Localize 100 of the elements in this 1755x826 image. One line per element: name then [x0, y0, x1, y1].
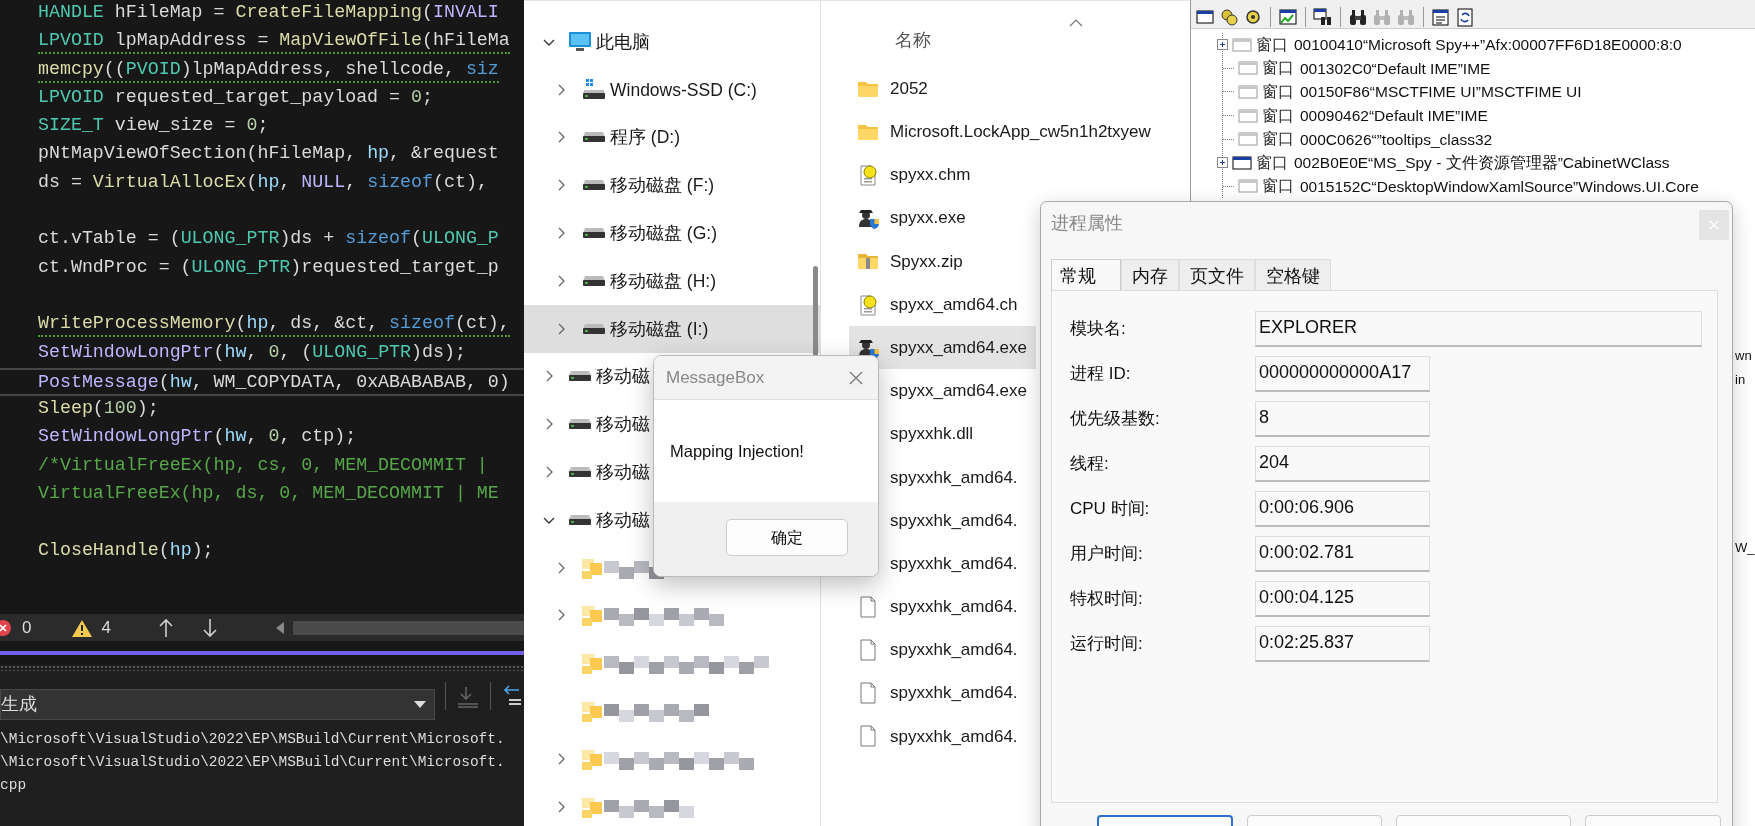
field-label: 运行时间:	[1070, 632, 1144, 655]
word-wrap-icon[interactable]	[501, 683, 521, 708]
drive-icon	[582, 180, 606, 191]
message-text: Mapping Injection!	[670, 440, 804, 462]
down-arrow-icon[interactable]	[200, 617, 219, 638]
output-line: \Microsoft\VisualStudio\2022\EP\MSBuild\Current\Microsoft.	[0, 753, 506, 772]
expand-icon[interactable]	[1217, 157, 1228, 169]
tree-item[interactable]: Windows-SSD (C:)	[524, 65, 757, 114]
tree-item[interactable]: 移动磁	[524, 352, 650, 401]
tree-node[interactable]: 001302C0“Default IME”IME	[1300, 56, 1491, 80]
file-row[interactable]: spyxxhk_amd64.	[849, 671, 1018, 715]
tree-node[interactable]: wn	[1735, 346, 1752, 366]
node-type-label: 窗口	[1256, 34, 1288, 55]
tree-node[interactable]: W_	[1735, 538, 1755, 558]
close-icon	[1709, 220, 1719, 230]
ok-button[interactable]: 确定	[726, 519, 848, 556]
file-row[interactable]: spyxxhk_amd64.	[849, 585, 1018, 629]
refresh-icon[interactable]	[1455, 6, 1475, 27]
read-only-field[interactable]: 0:00:04.125	[1255, 580, 1430, 617]
tab[interactable]: 空格键	[1255, 259, 1331, 290]
node-type-label: 窗口	[1262, 82, 1294, 102]
read-only-field[interactable]: 8	[1255, 400, 1430, 437]
find-window-icon[interactable]	[1313, 6, 1333, 27]
panel-grip[interactable]	[0, 665, 524, 671]
tab[interactable]: 页文件	[1179, 259, 1255, 290]
scrollbar-thumb[interactable]	[813, 266, 818, 356]
drive-icon	[568, 514, 592, 525]
tree-node[interactable]: 002B0E0E“MS_Spy - 文件资源管理器”CabinetWClass	[1294, 151, 1670, 175]
tree-item[interactable]: 移动磁	[524, 400, 650, 449]
code-line: pNtMapViewOfSection(hFileMap, hp, &request	[37, 142, 500, 166]
code-line: HANDLE hFileMap = CreateFileMapping(INVALI	[37, 1, 500, 24]
tab[interactable]: 常规	[1051, 259, 1121, 290]
code-line: LPVOID requested_target_payload = 0;	[37, 85, 434, 109]
tree-item[interactable]: 移动磁	[524, 495, 650, 544]
file-row[interactable]: spyxx.chm	[849, 153, 971, 197]
code-line: /*VirtualFreeEx(hp, cs, 0, MEM_DECOMMIT |	[37, 453, 489, 477]
field-label: 特权时间:	[1070, 587, 1144, 610]
tree-item[interactable]: 移动磁盘 (H:)	[524, 257, 717, 305]
tree-item[interactable]: 移动磁盘 (G:)	[524, 209, 717, 257]
close-icon[interactable]	[848, 369, 864, 386]
file-row[interactable]: spyxx.exe	[849, 196, 966, 240]
read-only-field[interactable]: EXPLORER	[1255, 310, 1702, 347]
read-only-field[interactable]: 0:00:06.906	[1255, 490, 1430, 527]
error-icon[interactable]	[0, 618, 14, 637]
field-label: 优先级基数:	[1070, 407, 1161, 430]
gears-icon[interactable]	[1219, 6, 1239, 27]
file-row[interactable]: Spyxx.zip	[849, 239, 963, 283]
read-only-field[interactable]: 0:00:02.781	[1255, 535, 1430, 572]
window-title: 进程属性	[1051, 212, 1123, 235]
output-line: \Microsoft\VisualStudio\2022\EP\MSBuild\Current\Microsoft.	[0, 730, 506, 749]
tree-node[interactable]: 00100410“Microsoft Spy++”Afx:00007FF6D18E0000:8:0	[1294, 33, 1682, 57]
tree-item[interactable]: 移动磁盘 (F:)	[524, 161, 715, 210]
code-line: VirtualFreeEx(hp, ds, 0, MEM_DECOMMIT | ME	[37, 482, 500, 506]
sort-caret-icon	[1069, 19, 1083, 27]
field-label: CPU 时间:	[1070, 497, 1151, 520]
drive-icon	[582, 228, 606, 239]
output-source-dropdown[interactable]: 生成	[0, 689, 435, 720]
field-label: 进程 ID:	[1070, 362, 1132, 385]
code-line: SetWindowLongPtr(hw, 0, (ULONG_PTR)ds);	[37, 340, 467, 364]
drive-icon	[582, 323, 606, 334]
tree-item[interactable]: 移动磁	[524, 448, 650, 496]
file-row[interactable]: spyxxhk_amd64.	[849, 628, 1018, 672]
drive-icon	[582, 275, 606, 286]
file-row[interactable]: spyxx_amd64.exe	[849, 326, 1036, 370]
file-row[interactable]: spyxx_amd64.ch	[849, 282, 1018, 327]
tab[interactable]: 内存	[1121, 259, 1179, 290]
file-row[interactable]: 2052	[849, 67, 928, 111]
properties-icon[interactable]	[1431, 6, 1451, 27]
column-header[interactable]: 名称	[895, 26, 931, 54]
chart-window-icon[interactable]	[1278, 6, 1298, 27]
node-type-label: 窗口	[1262, 58, 1294, 79]
code-line: Sleep(100);	[37, 397, 160, 421]
code-line: WriteProcessMemory(hp, ds, &ct, sizeof(ct),	[0, 311, 524, 340]
tree-item[interactable]: 移动磁盘 (I:)	[524, 304, 820, 353]
read-only-field[interactable]: 0:02:25.837	[1255, 625, 1430, 662]
horizontal-scrollbar[interactable]	[292, 620, 524, 635]
file-row[interactable]: Microsoft.LockApp_cw5n1h2txyew	[849, 110, 1151, 154]
node-type-label: 窗口	[1262, 129, 1294, 150]
code-line: ds = VirtualAllocEx(hp, NULL, sizeof(ct),	[37, 170, 489, 194]
drive-icon	[582, 132, 606, 143]
scroll-left-icon[interactable]	[274, 620, 285, 635]
tree-node[interactable]: 00150F86“MSCTFIME UI”MSCTFIME UI	[1300, 80, 1582, 104]
tree-node[interactable]: in	[1735, 370, 1746, 390]
tree-node[interactable]: 0015152C“DesktopWindowXamlSource”Windows.UI.Core	[1300, 174, 1699, 198]
code-line: ct.vTable = (ULONG_PTR)ds + sizeof(ULONG_P	[37, 227, 500, 251]
tree-item[interactable]: 此电脑	[524, 18, 650, 66]
drive-icon	[582, 77, 606, 102]
read-only-field[interactable]: 000000000000A17	[1255, 355, 1430, 392]
drive-icon	[568, 371, 592, 382]
read-only-field[interactable]: 204	[1255, 445, 1430, 482]
tree-node[interactable]: 00090462“Default IME”IME	[1300, 103, 1488, 128]
tree-node[interactable]: 000C0626“”tooltips_class32	[1300, 127, 1493, 151]
window-title: MessageBox	[666, 366, 765, 389]
error-count: 0	[22, 616, 32, 639]
file-row[interactable]: spyxxhk_amd64.	[849, 714, 1018, 758]
computer-icon	[568, 29, 592, 54]
expand-icon[interactable]	[1217, 39, 1228, 51]
node-type-label: 窗口	[1262, 176, 1294, 197]
tree-item[interactable]: 程序 (D:)	[524, 113, 681, 162]
code-line: LPVOID lpMapAddress = MapViewOfFile(hFileMa	[0, 28, 524, 57]
